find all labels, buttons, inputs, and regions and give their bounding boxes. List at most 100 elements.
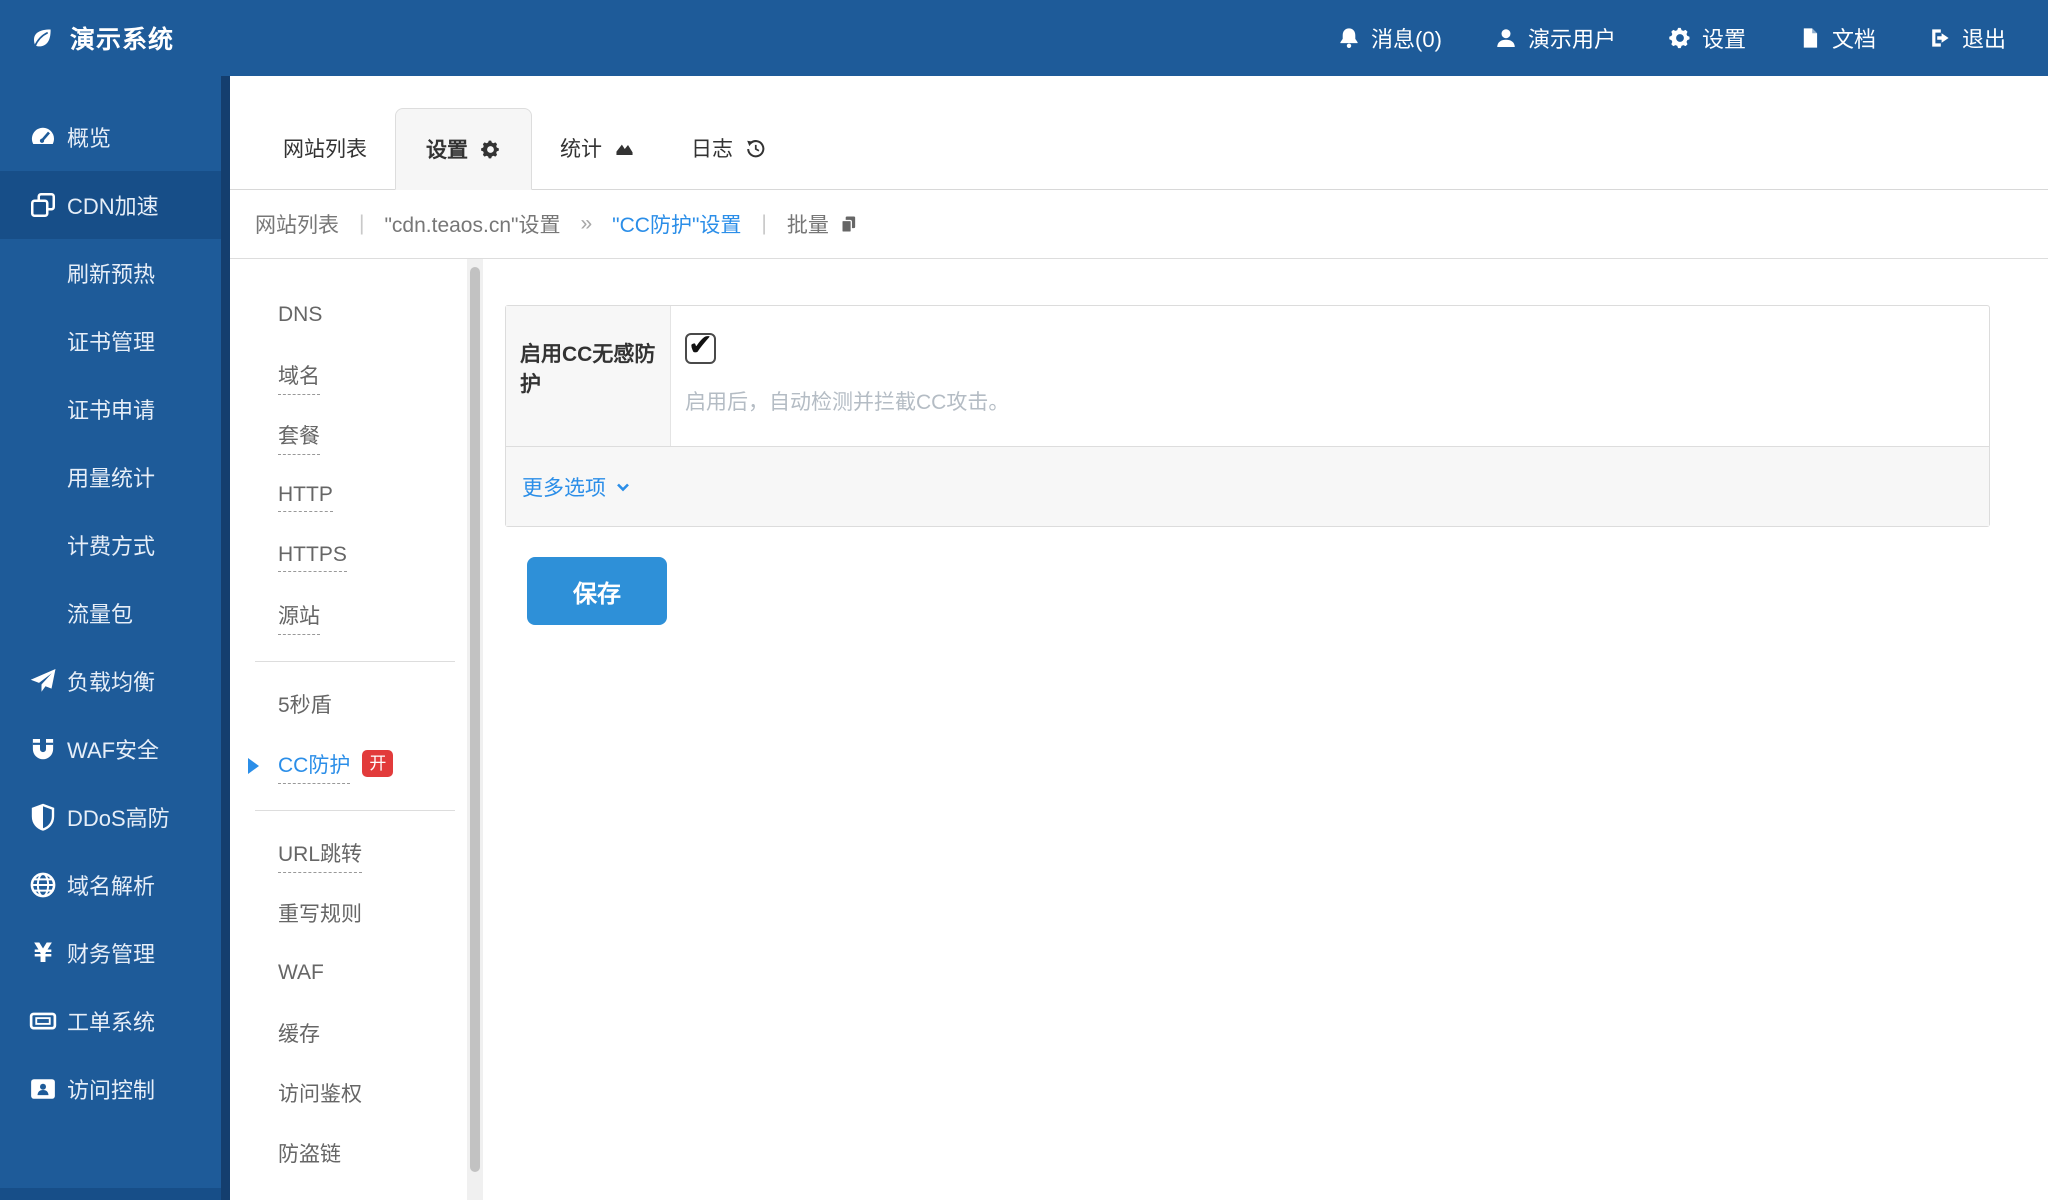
breadcrumb-cc-settings[interactable]: "CC防护"设置 [612, 209, 741, 239]
tab-logs[interactable]: 日志 [663, 107, 794, 189]
sidebar-item-access-control[interactable]: 访问控制 [0, 1055, 230, 1123]
tab-label: 日志 [691, 133, 733, 163]
sidebar-item-label: 访问控制 [67, 1073, 155, 1105]
settings-menu-item-url-redirect[interactable]: URL跳转 [230, 825, 467, 885]
tab-stats[interactable]: 统计 [532, 107, 663, 189]
logout-icon [1928, 26, 1952, 50]
paper-plane-icon [28, 666, 58, 696]
settings-menu-item-http[interactable]: HTTP [230, 467, 467, 527]
menu-link: 套餐 [278, 420, 320, 455]
topnav-logout[interactable]: 退出 [1928, 22, 2006, 54]
user-icon [1494, 26, 1518, 50]
topnav-settings[interactable]: 设置 [1668, 22, 1746, 54]
settings-menu-item-hotlink[interactable]: 防盗链 [230, 1125, 467, 1185]
breadcrumb-batch[interactable]: 批量 [787, 209, 859, 239]
sidebar-item-label: CDN加速 [67, 189, 159, 221]
topnav-messages[interactable]: 消息(0) [1337, 22, 1442, 54]
sidebar-item-finance[interactable]: ¥ 财务管理 [0, 919, 230, 987]
menu-link: 缓存 [278, 1018, 320, 1053]
save-button[interactable]: 保存 [527, 557, 667, 625]
settings-menu-item-5s-shield[interactable]: 5秒盾 [230, 676, 467, 736]
settings-menu-item-domain[interactable]: 域名 [230, 347, 467, 407]
breadcrumb-separator: » [580, 212, 592, 236]
topnav-label: 消息(0) [1371, 22, 1442, 54]
tab-settings[interactable]: 设置 [395, 108, 532, 190]
magnet-icon [28, 734, 58, 764]
sidebar-edge [221, 76, 230, 1200]
dashboard-icon [28, 122, 58, 152]
topnav-label: 文档 [1832, 22, 1876, 54]
leaf-icon [30, 26, 54, 50]
brand[interactable]: 演示系统 [0, 20, 174, 56]
sidebar-item-label: 用量统计 [67, 461, 155, 493]
batch-label: 批量 [787, 209, 829, 239]
form-row: 启用CC无感防护 ✔ 启用后，自动检测并拦截CC攻击。 [506, 306, 1989, 446]
help-text: 启用后，自动检测并拦截CC攻击。 [685, 386, 1959, 416]
checkmark-icon: ✔ [688, 328, 713, 363]
enable-cc-checkbox[interactable]: ✔ [685, 333, 716, 364]
sidebar-item-usage-stats[interactable]: 用量统计 [0, 443, 230, 511]
topnav-label: 演示用户 [1528, 22, 1616, 54]
document-icon [1798, 26, 1822, 50]
tab-website-list[interactable]: 网站列表 [255, 107, 395, 189]
settings-menu-item-auth[interactable]: 访问鉴权 [230, 1065, 467, 1125]
breadcrumb-separator: | [761, 212, 766, 236]
history-icon [745, 138, 766, 159]
card-footer: 更多选项 [506, 446, 1989, 526]
field-label: 启用CC无感防护 [506, 306, 671, 446]
settings-menu-item-rewrite-rules[interactable]: 重写规则 [230, 885, 467, 945]
sidebar-item-cert-apply[interactable]: 证书申请 [0, 375, 230, 443]
topnav-label: 退出 [1962, 22, 2006, 54]
sidebar-item-cdn[interactable]: CDN加速 [0, 171, 230, 239]
sidebar-item-label: 计费方式 [67, 529, 155, 561]
sidebar-bottom-strip [0, 1188, 230, 1200]
more-options-link[interactable]: 更多选项 [522, 472, 632, 502]
topnav-user[interactable]: 演示用户 [1494, 22, 1616, 54]
sidebar-item-overview[interactable]: 概览 [0, 103, 230, 171]
menu-divider [255, 810, 455, 811]
sidebar-item-dns-resolve[interactable]: 域名解析 [0, 851, 230, 919]
settings-menu-item-cache[interactable]: 缓存 [230, 1005, 467, 1065]
sidebar-item-cert-manage[interactable]: 证书管理 [0, 307, 230, 375]
sidebar-item-refresh-prewarm[interactable]: 刷新预热 [0, 239, 230, 307]
cc-settings-card: 启用CC无感防护 ✔ 启用后，自动检测并拦截CC攻击。 更多选项 [505, 305, 1990, 527]
menu-link: 防盗链 [278, 1138, 341, 1173]
sidebar-item-billing[interactable]: 计费方式 [0, 511, 230, 579]
settings-menu-item-https[interactable]: HTTPS [230, 527, 467, 587]
breadcrumb-separator: | [359, 212, 364, 236]
ticket-icon [28, 1006, 58, 1036]
topnav: 消息(0) 演示用户 设置 文档 退出 [1337, 22, 2048, 54]
sidebar-item-label: 域名解析 [67, 869, 155, 901]
menu-link: 源站 [278, 600, 320, 635]
sidebar-item-tickets[interactable]: 工单系统 [0, 987, 230, 1055]
sidebar-item-traffic-pack[interactable]: 流量包 [0, 579, 230, 647]
menu-link: URL跳转 [278, 838, 362, 873]
settings-menu-item-origin[interactable]: 源站 [230, 587, 467, 647]
topnav-docs[interactable]: 文档 [1798, 22, 1876, 54]
sidebar-item-waf[interactable]: WAF安全 [0, 715, 230, 783]
settings-menu-item-dns[interactable]: DNS [230, 287, 467, 347]
globe-icon [28, 870, 58, 900]
breadcrumb: 网站列表 | "cdn.teaos.cn"设置 » "CC防护"设置 | 批量 [230, 190, 2048, 259]
breadcrumb-website-list[interactable]: 网站列表 [255, 209, 339, 239]
settings-menu-item-waf[interactable]: WAF [230, 945, 467, 1005]
yen-icon: ¥ [28, 938, 58, 968]
breadcrumb-site-settings[interactable]: "cdn.teaos.cn"设置 [384, 209, 560, 239]
tab-label: 网站列表 [283, 133, 367, 163]
menu-link: DNS [278, 303, 322, 332]
sidebar-item-ddos[interactable]: DDoS高防 [0, 783, 230, 851]
more-options-label: 更多选项 [522, 472, 606, 502]
gear-icon [1668, 26, 1692, 50]
sidebar-item-load-balance[interactable]: 负载均衡 [0, 647, 230, 715]
menu-link: 访问鉴权 [278, 1078, 362, 1113]
tab-label: 统计 [560, 133, 602, 163]
settings-content: DNS 域名 套餐 HTTP HTTPS 源站 5秒盾 CC防护 开 URL跳转… [230, 259, 2048, 1200]
shield-icon [28, 802, 58, 832]
settings-menu-item-cc-protect[interactable]: CC防护 开 [230, 736, 467, 796]
scrollbar-track[interactable] [467, 259, 483, 1200]
copy-icon [838, 214, 859, 235]
menu-link: 域名 [278, 360, 320, 395]
sidebar-item-label: 刷新预热 [67, 257, 155, 289]
scrollbar-thumb[interactable] [470, 267, 480, 1172]
settings-menu-item-plan[interactable]: 套餐 [230, 407, 467, 467]
